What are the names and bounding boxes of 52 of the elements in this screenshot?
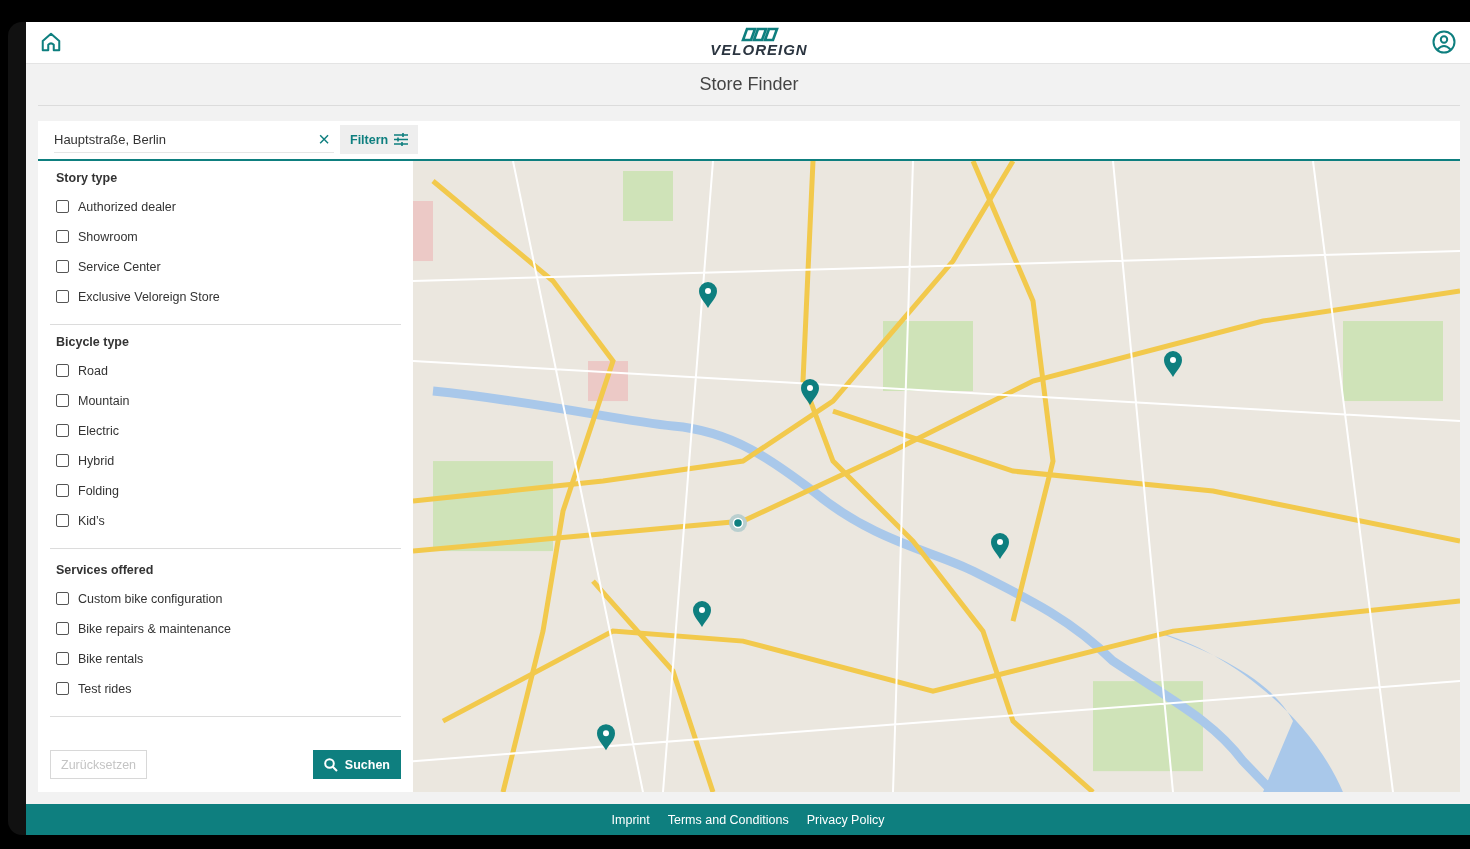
map-pin-icon[interactable] bbox=[693, 601, 711, 627]
filter-heading: Bicycle type bbox=[56, 334, 130, 349]
checkbox[interactable] bbox=[56, 514, 69, 528]
checkbox-label[interactable]: Exclusive Veloreign Store bbox=[78, 289, 220, 304]
user-account-icon[interactable] bbox=[1432, 30, 1456, 55]
checkbox[interactable] bbox=[56, 454, 69, 468]
checkbox-label[interactable]: Road bbox=[78, 363, 108, 378]
checkbox[interactable] bbox=[56, 622, 69, 636]
page-title: Store Finder bbox=[699, 73, 799, 95]
checkbox-label[interactable]: Bike repairs & maintenance bbox=[78, 621, 231, 636]
filter-heading: Services offered bbox=[56, 562, 155, 577]
map-pin-icon[interactable] bbox=[801, 378, 819, 405]
checkbox-label[interactable]: Electric bbox=[78, 423, 119, 438]
checkbox[interactable] bbox=[56, 484, 69, 498]
checkbox[interactable] bbox=[56, 652, 69, 666]
brand-name: VELOREIGN bbox=[710, 41, 808, 58]
checkbox[interactable] bbox=[56, 394, 69, 408]
footer-link[interactable]: Terms and Conditions bbox=[667, 812, 789, 827]
logo-icon bbox=[739, 26, 779, 42]
checkbox[interactable] bbox=[56, 230, 69, 244]
checkbox-label[interactable]: Service Center bbox=[78, 259, 161, 274]
filter-heading: Story type bbox=[56, 170, 119, 185]
search-icon bbox=[323, 757, 338, 772]
checkbox-label[interactable]: Mountain bbox=[78, 393, 130, 408]
checkbox-label[interactable]: Custom bike configuration bbox=[78, 591, 223, 606]
footer-link[interactable]: Privacy Policy bbox=[806, 812, 885, 827]
checkbox-label[interactable]: Kid’s bbox=[78, 513, 105, 528]
current-location-icon bbox=[729, 514, 747, 532]
map-pin-icon[interactable] bbox=[597, 724, 615, 751]
clear-button[interactable]: × bbox=[318, 129, 330, 150]
map-pin-icon[interactable] bbox=[1164, 350, 1182, 377]
sliders-icon bbox=[394, 133, 409, 147]
checkbox[interactable] bbox=[56, 200, 69, 214]
checkbox[interactable] bbox=[56, 592, 69, 606]
checkbox[interactable] bbox=[56, 260, 69, 274]
checkbox-label[interactable]: Showroom bbox=[78, 229, 138, 244]
search-button[interactable]: Suchen bbox=[312, 750, 401, 780]
checkbox-label[interactable]: Authorized dealer bbox=[78, 199, 176, 214]
filter-button[interactable]: Filtern bbox=[340, 125, 419, 155]
checkbox-label[interactable]: Hybrid bbox=[78, 453, 115, 468]
map-pin-icon[interactable] bbox=[699, 281, 717, 308]
checkbox-label[interactable]: Bike rentals bbox=[78, 651, 144, 666]
checkbox[interactable] bbox=[56, 682, 69, 696]
search-field[interactable]: Hauptstraße, Berlin × bbox=[54, 126, 334, 154]
checkbox-label[interactable]: Test rides bbox=[78, 681, 132, 696]
checkbox[interactable] bbox=[56, 424, 69, 438]
home-icon[interactable] bbox=[40, 31, 62, 54]
checkbox[interactable] bbox=[56, 290, 69, 304]
checkbox[interactable] bbox=[56, 364, 69, 378]
map-pin-icon[interactable] bbox=[991, 533, 1009, 559]
checkbox-label[interactable]: Folding bbox=[78, 483, 119, 498]
footer-link[interactable]: Imprint bbox=[611, 812, 650, 827]
